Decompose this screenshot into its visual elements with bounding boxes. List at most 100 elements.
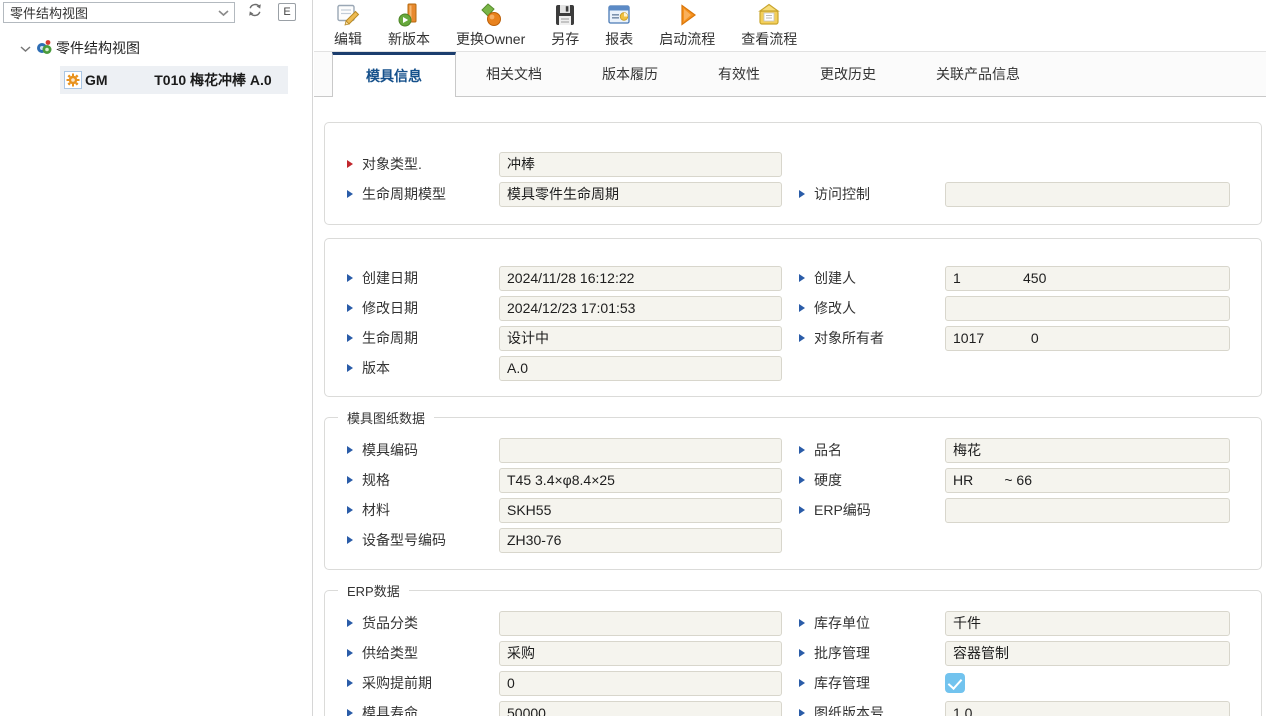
arrow-icon xyxy=(347,709,353,716)
hardness-field[interactable]: HR ~ 66 xyxy=(945,468,1230,493)
mold-life-field[interactable]: 50000 xyxy=(499,701,782,716)
refresh-button[interactable] xyxy=(246,3,264,21)
arrow-icon xyxy=(347,334,353,342)
tab-change-history[interactable]: 更改历史 xyxy=(790,52,906,96)
save-as-button[interactable]: 另存 xyxy=(551,2,579,49)
tree-child-label: GM T010 梅花冲棒 A.0 xyxy=(85,70,272,90)
field-label: 生命周期模型 xyxy=(362,184,446,204)
row-lifecycle-model: 生命周期模型 模具零件生命周期 xyxy=(325,179,795,209)
start-process-button[interactable]: 启动流程 xyxy=(659,2,715,49)
change-owner-button[interactable]: 更换Owner xyxy=(456,2,525,49)
field-label: 创建人 xyxy=(814,268,856,288)
field-label: 创建日期 xyxy=(362,268,418,288)
erp-code-field[interactable] xyxy=(945,498,1230,523)
required-arrow-icon xyxy=(347,160,353,168)
row-lifecycle: 生命周期 设计中 xyxy=(325,323,795,353)
field-label: 模具寿命 xyxy=(362,703,418,716)
view-process-label: 查看流程 xyxy=(741,29,797,49)
tab-mold-info[interactable]: 模具信息 xyxy=(332,52,456,97)
field-label: 采购提前期 xyxy=(362,673,432,693)
lifecycle-field[interactable]: 设计中 xyxy=(499,326,782,351)
create-date-field[interactable]: 2024/11/28 16:12:22 xyxy=(499,266,782,291)
view-process-button[interactable]: 查看流程 xyxy=(741,2,797,49)
report-label: 报表 xyxy=(605,29,633,49)
object-owner-field[interactable]: 1017 0 xyxy=(945,326,1230,351)
modifier-field[interactable] xyxy=(945,296,1230,321)
arrow-icon xyxy=(347,476,353,484)
stock-management-checkbox[interactable] xyxy=(945,673,965,693)
row-hardness: 硬度 HR ~ 66 xyxy=(795,465,1261,495)
mold-code-field[interactable] xyxy=(499,438,782,463)
field-label: 品名 xyxy=(814,440,842,460)
goods-category-field[interactable] xyxy=(499,611,782,636)
field-label: 硬度 xyxy=(814,470,842,490)
tab-related-documents[interactable]: 相关文档 xyxy=(456,52,572,96)
stock-unit-field[interactable]: 千件 xyxy=(945,611,1230,636)
tab-version-history[interactable]: 版本履历 xyxy=(572,52,688,96)
section-basic: 对象类型. 冲棒 生命周期模型 模具零件生命周期 访问控制 xyxy=(324,122,1262,225)
part-gear-icon xyxy=(64,71,82,89)
chevron-down-icon xyxy=(218,5,229,20)
tab-related-product-info[interactable]: 关联产品信息 xyxy=(906,52,1050,96)
arrow-icon xyxy=(799,304,805,312)
row-object-type: 对象类型. 冲棒 xyxy=(325,149,795,179)
row-stock-unit: 库存单位 千件 xyxy=(795,608,1261,638)
edit-button[interactable]: 编辑 xyxy=(334,2,362,49)
arrow-icon xyxy=(347,536,353,544)
tree-node-root[interactable]: 零件结构视图 xyxy=(0,36,312,60)
tab-label: 模具信息 xyxy=(366,66,422,86)
access-control-field[interactable] xyxy=(945,182,1230,207)
arrow-icon xyxy=(799,334,805,342)
row-version: 版本 A.0 xyxy=(325,353,795,383)
arrow-icon xyxy=(799,446,805,454)
field-label: 生命周期 xyxy=(362,328,418,348)
purchase-lead-time-field[interactable]: 0 xyxy=(499,671,782,696)
report-button[interactable]: 报表 xyxy=(605,2,633,49)
arrow-icon xyxy=(799,506,805,514)
lifecycle-model-field[interactable]: 模具零件生命周期 xyxy=(499,182,782,207)
arrow-icon xyxy=(799,709,805,716)
product-name-field[interactable]: 梅花 xyxy=(945,438,1230,463)
mold-info-form: 对象类型. 冲棒 生命周期模型 模具零件生命周期 访问控制 xyxy=(314,97,1266,716)
supply-type-field[interactable]: 采购 xyxy=(499,641,782,666)
field-label: 对象所有者 xyxy=(814,328,884,348)
tab-validity[interactable]: 有效性 xyxy=(688,52,790,96)
row-product-name: 品名 梅花 xyxy=(795,435,1261,465)
equipment-model-code-field[interactable]: ZH30-76 xyxy=(499,528,782,553)
row-material: 材料 SKH55 xyxy=(325,495,795,525)
row-spec: 规格 T45 3.4×φ8.4×25 xyxy=(325,465,795,495)
tab-label: 关联产品信息 xyxy=(936,64,1020,84)
arrow-icon xyxy=(347,274,353,282)
material-field[interactable]: SKH55 xyxy=(499,498,782,523)
change-owner-label: 更换Owner xyxy=(456,29,525,49)
version-field[interactable]: A.0 xyxy=(499,356,782,381)
start-process-icon xyxy=(674,2,700,28)
arrow-icon xyxy=(799,190,805,198)
spec-field[interactable]: T45 3.4×φ8.4×25 xyxy=(499,468,782,493)
expand-e-button[interactable]: E xyxy=(278,3,296,21)
row-modify-date: 修改日期 2024/12/23 17:01:53 xyxy=(325,293,795,323)
modify-date-field[interactable]: 2024/12/23 17:01:53 xyxy=(499,296,782,321)
arrow-icon xyxy=(799,649,805,657)
object-type-field[interactable]: 冲棒 xyxy=(499,152,782,177)
save-as-icon xyxy=(552,2,578,28)
field-label: 批序管理 xyxy=(814,643,870,663)
arrow-icon xyxy=(347,619,353,627)
row-mold-life: 模具寿命 50000 xyxy=(325,698,795,716)
field-label: 库存单位 xyxy=(814,613,870,633)
view-selector-dropdown[interactable]: 零件结构视图 xyxy=(3,2,235,23)
e-button-label: E xyxy=(283,6,290,18)
field-label: 设备型号编码 xyxy=(362,530,446,550)
row-mold-code: 模具编码 xyxy=(325,435,795,465)
field-label: 货品分类 xyxy=(362,613,418,633)
new-version-button[interactable]: 新版本 xyxy=(388,2,430,49)
drawing-version-field[interactable]: 1.0 xyxy=(945,701,1230,716)
new-version-label: 新版本 xyxy=(388,29,430,49)
tree-expander-icon[interactable] xyxy=(20,40,31,56)
creator-field[interactable]: 1 450 xyxy=(945,266,1230,291)
row-create-date: 创建日期 2024/11/28 16:12:22 xyxy=(325,263,795,293)
batch-management-field[interactable]: 容器管制 xyxy=(945,641,1230,666)
fieldset-legend: 模具图纸数据 xyxy=(338,408,434,427)
tree-node-part[interactable]: GM T010 梅花冲棒 A.0 xyxy=(60,66,288,94)
row-supply-type: 供给类型 采购 xyxy=(325,638,795,668)
